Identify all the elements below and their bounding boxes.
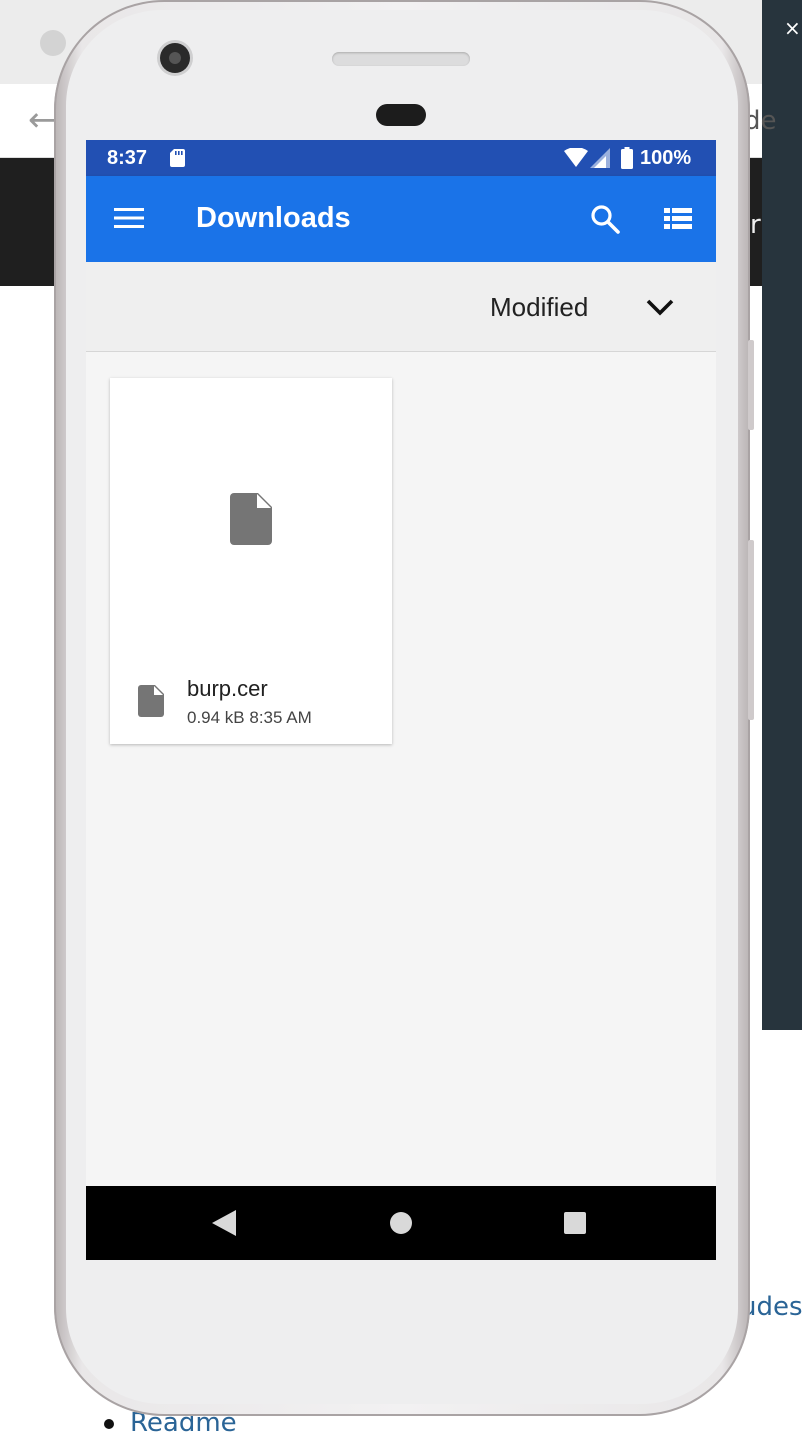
back-triangle-icon[interactable] — [212, 1210, 236, 1236]
app-bar: Downloads — [86, 176, 716, 262]
sd-card-icon — [170, 149, 185, 167]
chevron-down-icon[interactable] — [644, 296, 676, 318]
battery-icon — [621, 147, 633, 169]
phone-sensor — [376, 104, 426, 126]
android-screen: 8:37 100% Downloads Modified burp.cer 0.… — [86, 140, 716, 1260]
list-bullet — [104, 1418, 114, 1429]
status-bar: 8:37 100% — [86, 140, 716, 176]
file-meta: 0.94 kB 8:35 AM — [187, 708, 312, 727]
cell-signal-icon — [590, 148, 610, 168]
phone-earpiece — [332, 52, 470, 66]
sort-label[interactable]: Modified — [490, 292, 588, 323]
file-card[interactable]: burp.cer 0.94 kB 8:35 AM — [110, 378, 392, 744]
home-circle-icon[interactable] — [390, 1212, 412, 1234]
list-view-icon[interactable] — [664, 206, 692, 232]
wifi-icon — [564, 148, 588, 167]
file-type-icon — [138, 685, 164, 717]
file-icon — [230, 493, 272, 545]
phone-volume-button — [748, 340, 754, 430]
file-name: burp.cer — [187, 676, 268, 701]
search-icon[interactable] — [590, 204, 620, 234]
browser-back-icon[interactable]: ← — [28, 100, 57, 140]
status-time: 8:37 — [107, 147, 148, 169]
sort-bar[interactable]: Modified — [86, 262, 716, 352]
hamburger-menu-icon[interactable] — [114, 206, 144, 230]
front-camera-icon — [160, 43, 190, 73]
close-icon[interactable]: × — [784, 16, 801, 40]
navigation-bar — [86, 1186, 716, 1260]
phone-power-button — [748, 540, 754, 720]
background-text-fragment: r — [750, 210, 761, 240]
side-panel — [762, 0, 802, 1030]
window-control-dot[interactable] — [40, 30, 66, 56]
page-title: Downloads — [196, 202, 351, 234]
recents-square-icon[interactable] — [564, 1212, 586, 1234]
battery-percentage: 100% — [640, 147, 692, 169]
